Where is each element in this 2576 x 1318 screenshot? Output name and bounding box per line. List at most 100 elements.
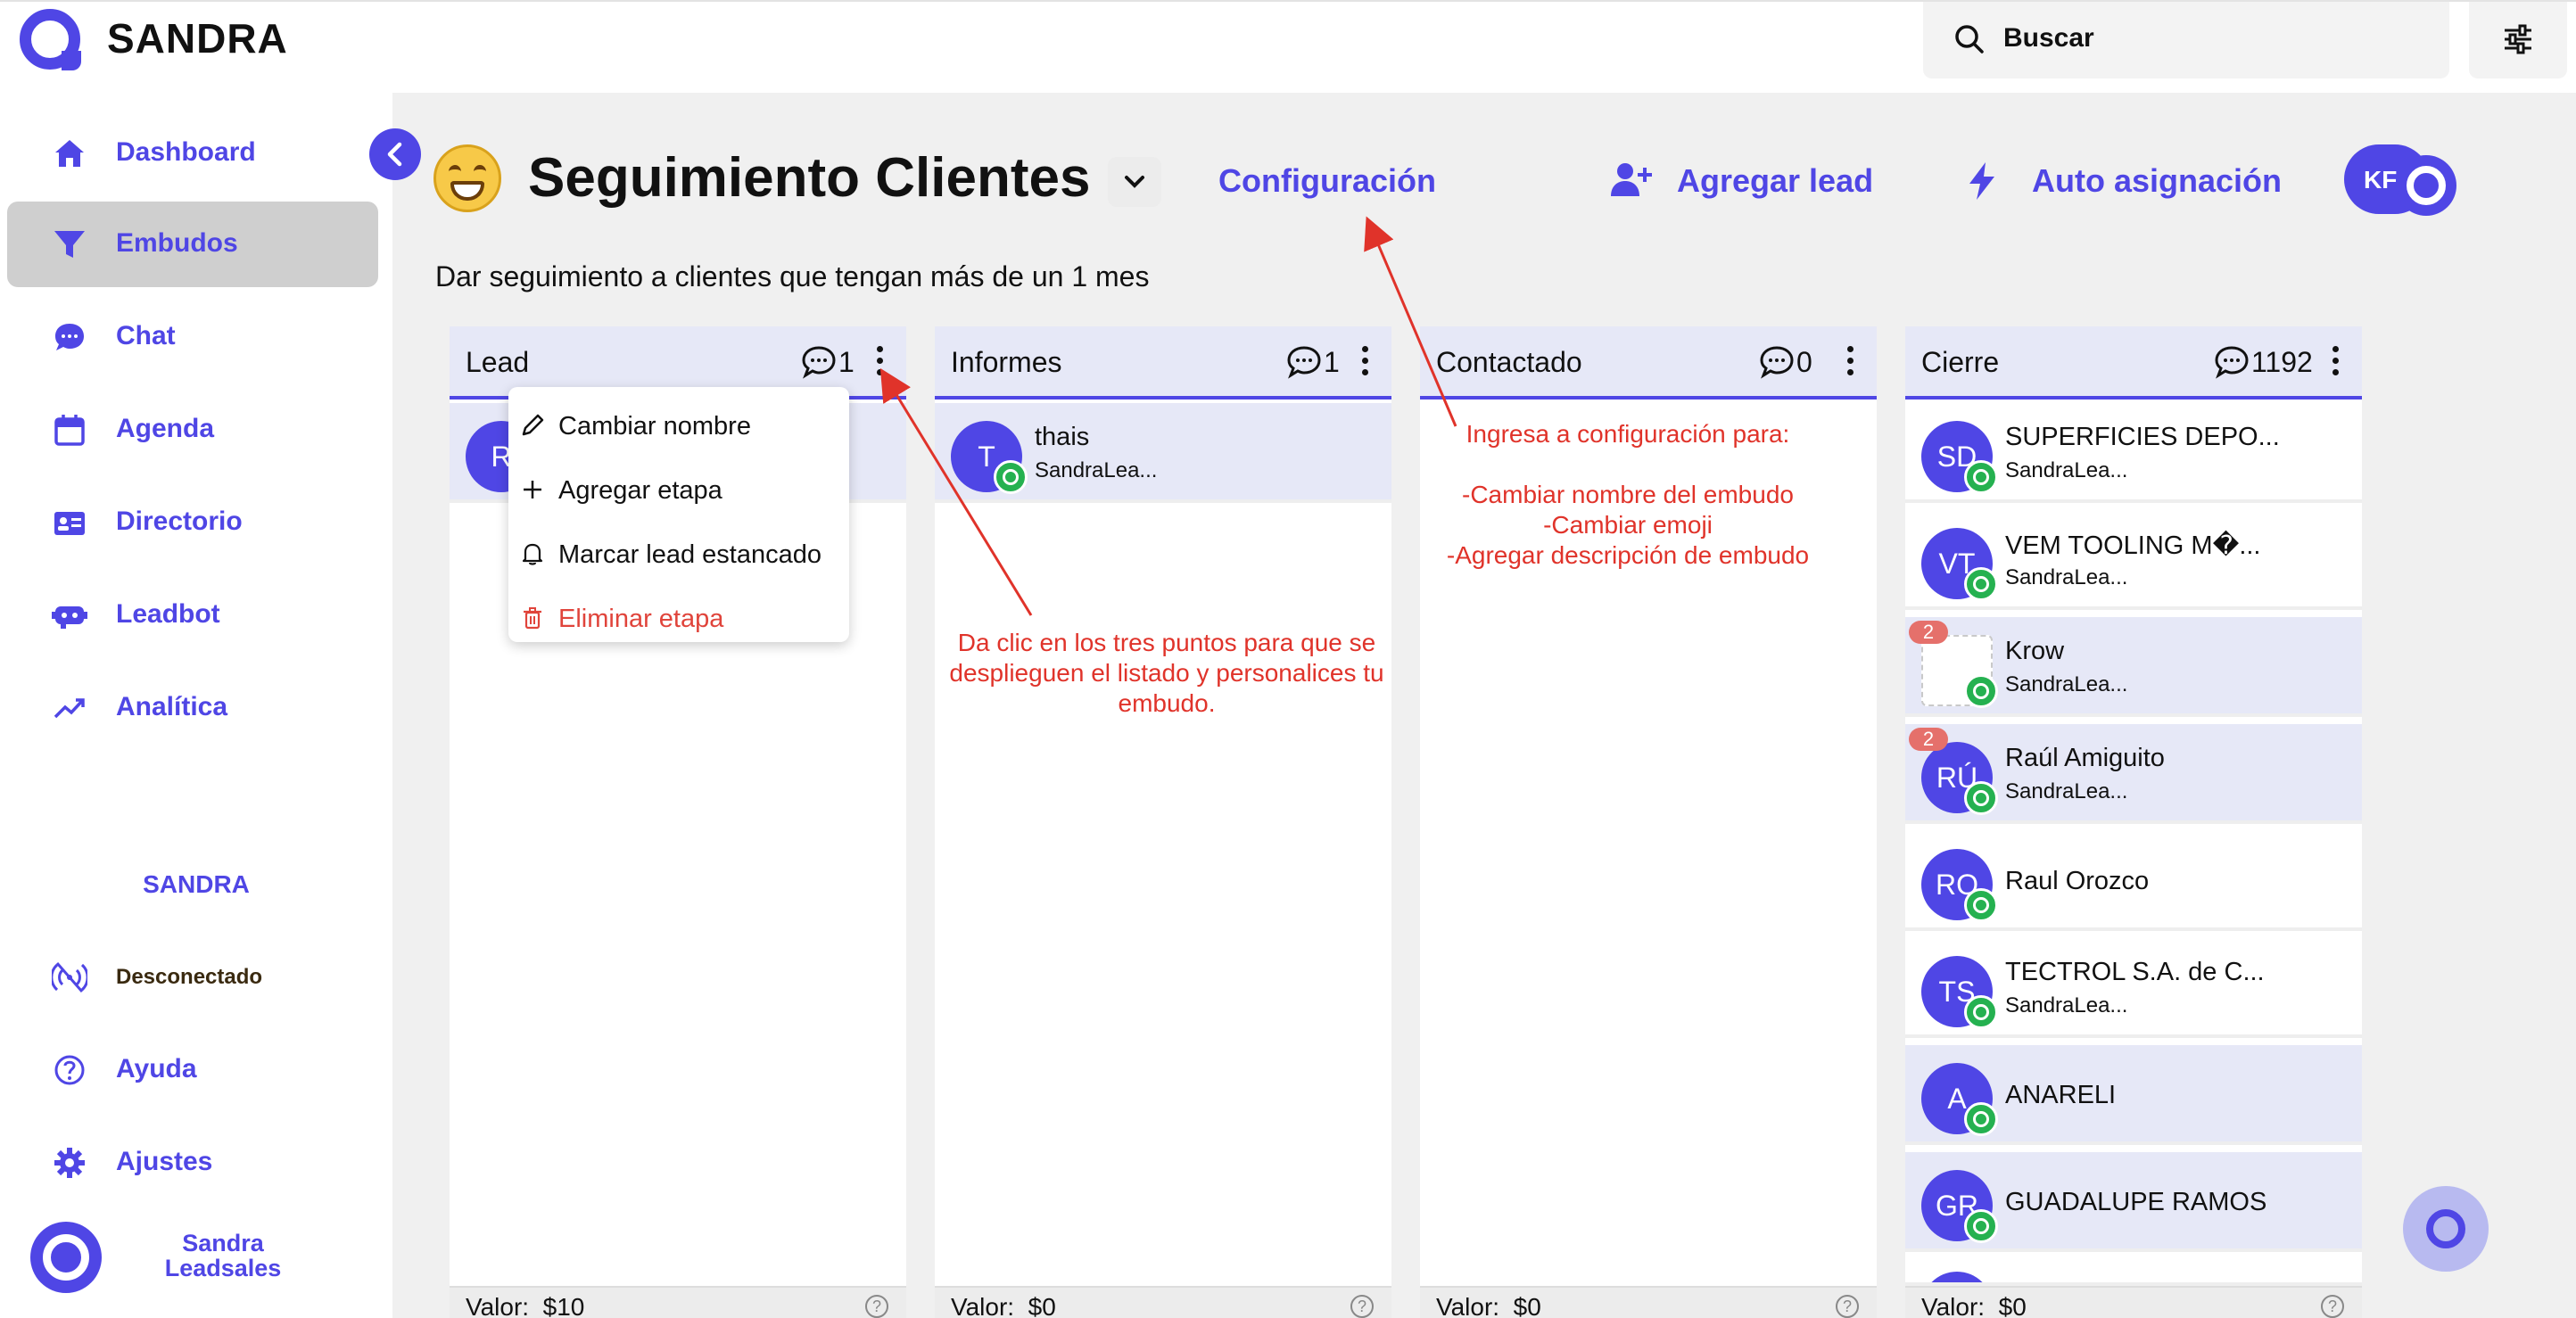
sidebar-item-ajustes[interactable]: Ajustes xyxy=(7,1120,378,1206)
bot-icon xyxy=(52,606,87,629)
top-bar: SANDRA Buscar xyxy=(0,0,2576,93)
lead-name: VEM TOOLING M�... xyxy=(2005,531,2261,560)
lead-card[interactable]: RO Raul Orozco xyxy=(1905,831,2362,931)
lead-name: Krow xyxy=(2005,637,2065,665)
sidebar-item-ayuda[interactable]: Ayuda xyxy=(7,1027,378,1113)
stage-footer: Valor: $0 ? xyxy=(935,1286,1391,1318)
funnel-select-dropdown[interactable] xyxy=(1108,157,1161,207)
lead-card[interactable]: A ANARELI xyxy=(1905,1045,2362,1145)
whatsapp-icon xyxy=(1964,888,1998,922)
sidebar-item-agenda[interactable]: Agenda xyxy=(7,387,378,473)
lead-owner: SandraLea... xyxy=(2005,993,2128,1017)
menu-item-label: Eliminar etapa xyxy=(558,605,724,633)
add-stage-menu-item[interactable]: Agregar etapa xyxy=(508,462,849,515)
support-chat-button[interactable] xyxy=(2403,1186,2489,1272)
sidebar-item-label: Directorio xyxy=(116,507,243,536)
add-lead-label: Agregar lead xyxy=(1677,162,1874,199)
stage-header: Cierre 1192 xyxy=(1905,326,2362,400)
filter-settings-button[interactable] xyxy=(2469,2,2567,78)
page-title: Seguimiento Clientes xyxy=(528,147,1091,209)
account-initials: KF xyxy=(2364,166,2398,194)
sidebar-item-chat[interactable]: Chat xyxy=(7,294,378,380)
stage-column-informes: Informes 1 T thais SandraLea... Valor: $… xyxy=(935,326,1391,1318)
stage-header: Informes 1 xyxy=(935,326,1391,400)
app-logo[interactable] xyxy=(20,9,81,70)
stage-footer: Valor: $10 ? xyxy=(450,1286,906,1318)
stage-options-button[interactable] xyxy=(1841,346,1859,382)
user-name[interactable]: Sandra Leadsales xyxy=(134,1231,312,1281)
help-icon[interactable]: ? xyxy=(1836,1295,1859,1318)
stage-lead-count: 1192 xyxy=(2251,346,2313,378)
auto-assign-button[interactable]: Auto asignación xyxy=(1964,157,2285,205)
section-label: SANDRA xyxy=(143,870,250,898)
help-icon[interactable]: ? xyxy=(865,1295,888,1318)
sidebar-item-label: Ajustes xyxy=(116,1147,213,1176)
config-annotation-line: -Cambiar nombre del embudo xyxy=(1462,481,1794,508)
sidebar-item-directorio[interactable]: Directorio xyxy=(7,480,378,565)
stage-value: Valor: $10 xyxy=(466,1293,585,1318)
lead-card[interactable]: TS TECTROL S.A. de C... SandraLea... xyxy=(1905,938,2362,1038)
user-avatar[interactable] xyxy=(30,1222,102,1293)
lightning-icon xyxy=(1969,162,1994,200)
lead-card[interactable]: 2 Krow SandraLea... xyxy=(1905,617,2362,717)
stage-options-menu: Cambiar nombre Agregar etapa Marcar lead… xyxy=(508,387,849,642)
sliders-icon xyxy=(2505,24,2531,54)
add-lead-button[interactable]: Agregar lead xyxy=(1609,157,1877,205)
delete-stage-menu-item[interactable]: Eliminar etapa xyxy=(508,590,849,644)
lead-name: thais xyxy=(1035,423,1090,451)
chat-count-icon xyxy=(2215,346,2249,379)
configuracion-link[interactable]: Configuración xyxy=(1218,162,1436,200)
unread-badge: 2 xyxy=(1909,621,1948,644)
sidebar-item-embudos[interactable]: Embudos xyxy=(7,202,378,287)
user-name-last: Leadsales xyxy=(164,1255,282,1281)
sidebar-item-label: Analítica xyxy=(116,692,228,721)
lead-card[interactable]: SD SUPERFICIES DEPO... SandraLea... xyxy=(1905,403,2362,503)
chat-icon xyxy=(55,324,84,350)
sidebar-item-leadbot[interactable]: Leadbot xyxy=(7,573,378,658)
lead-card[interactable]: RÚ 2 Raúl Amiguito SandraLea... xyxy=(1905,724,2362,824)
account-logo-icon xyxy=(2396,155,2456,216)
rename-stage-menu-item[interactable]: Cambiar nombre xyxy=(508,398,849,451)
config-annotation-title: Ingresa a configuración para: xyxy=(1466,420,1790,448)
funnel-emoji[interactable] xyxy=(433,144,501,212)
lead-owner: SandraLea... xyxy=(2005,458,2128,482)
sidebar-item-analitica[interactable]: Analítica xyxy=(7,665,378,751)
lead-card[interactable]: VT VEM TOOLING M�... SandraLea... xyxy=(1905,510,2362,610)
account-avatar[interactable]: KF xyxy=(2344,144,2456,216)
chat-count-icon xyxy=(1760,346,1794,379)
plus-icon xyxy=(524,481,541,498)
help-icon[interactable]: ? xyxy=(2321,1295,2344,1318)
connection-status[interactable]: Desconectado xyxy=(7,935,378,1020)
search-input[interactable]: Buscar xyxy=(1923,2,2449,78)
lead-owner: SandraLea... xyxy=(2005,672,2128,696)
stage-value: Valor: $0 xyxy=(951,1293,1056,1318)
lead-card[interactable] xyxy=(1905,1259,2362,1286)
config-annotation: Ingresa a configuración para: -Cambiar n… xyxy=(1409,419,1846,571)
sidebar-item-dashboard[interactable]: Dashboard xyxy=(7,111,378,196)
sidebar-item-label: Agenda xyxy=(116,414,215,443)
stage-options-button[interactable] xyxy=(2326,346,2344,382)
help-icon[interactable]: ? xyxy=(1350,1295,1374,1318)
menu-item-label: Agregar etapa xyxy=(558,476,722,505)
chat-count-icon xyxy=(802,346,836,379)
stage-lead-count: 1 xyxy=(838,346,855,378)
lead-owner: SandraLea... xyxy=(2005,779,2128,803)
sidebar-item-label: Leadbot xyxy=(116,599,220,629)
dots-annotation: Da clic en los tres puntos para que se d… xyxy=(949,629,1384,717)
stage-options-button[interactable] xyxy=(1356,346,1374,382)
stage-value: Valor: $0 xyxy=(1436,1293,1541,1318)
stage-lead-count: 1 xyxy=(1324,346,1340,378)
whatsapp-icon xyxy=(1964,1209,1998,1243)
lead-card[interactable]: T thais SandraLea... xyxy=(935,403,1391,503)
whatsapp-icon xyxy=(1964,460,1998,494)
connection-status-label: Desconectado xyxy=(116,965,263,989)
whatsapp-icon xyxy=(1964,567,1998,601)
lead-name: TECTROL S.A. de C... xyxy=(2005,958,2265,986)
gear-icon xyxy=(54,1148,85,1178)
lead-owner: SandraLea... xyxy=(2005,565,2128,589)
collapse-sidebar-button[interactable] xyxy=(369,128,421,180)
trend-icon xyxy=(54,698,85,719)
mark-stalled-menu-item[interactable]: Marcar lead estancado xyxy=(508,526,849,580)
stage-options-button[interactable] xyxy=(871,346,888,382)
lead-card[interactable]: GR GUADALUPE RAMOS xyxy=(1905,1152,2362,1252)
